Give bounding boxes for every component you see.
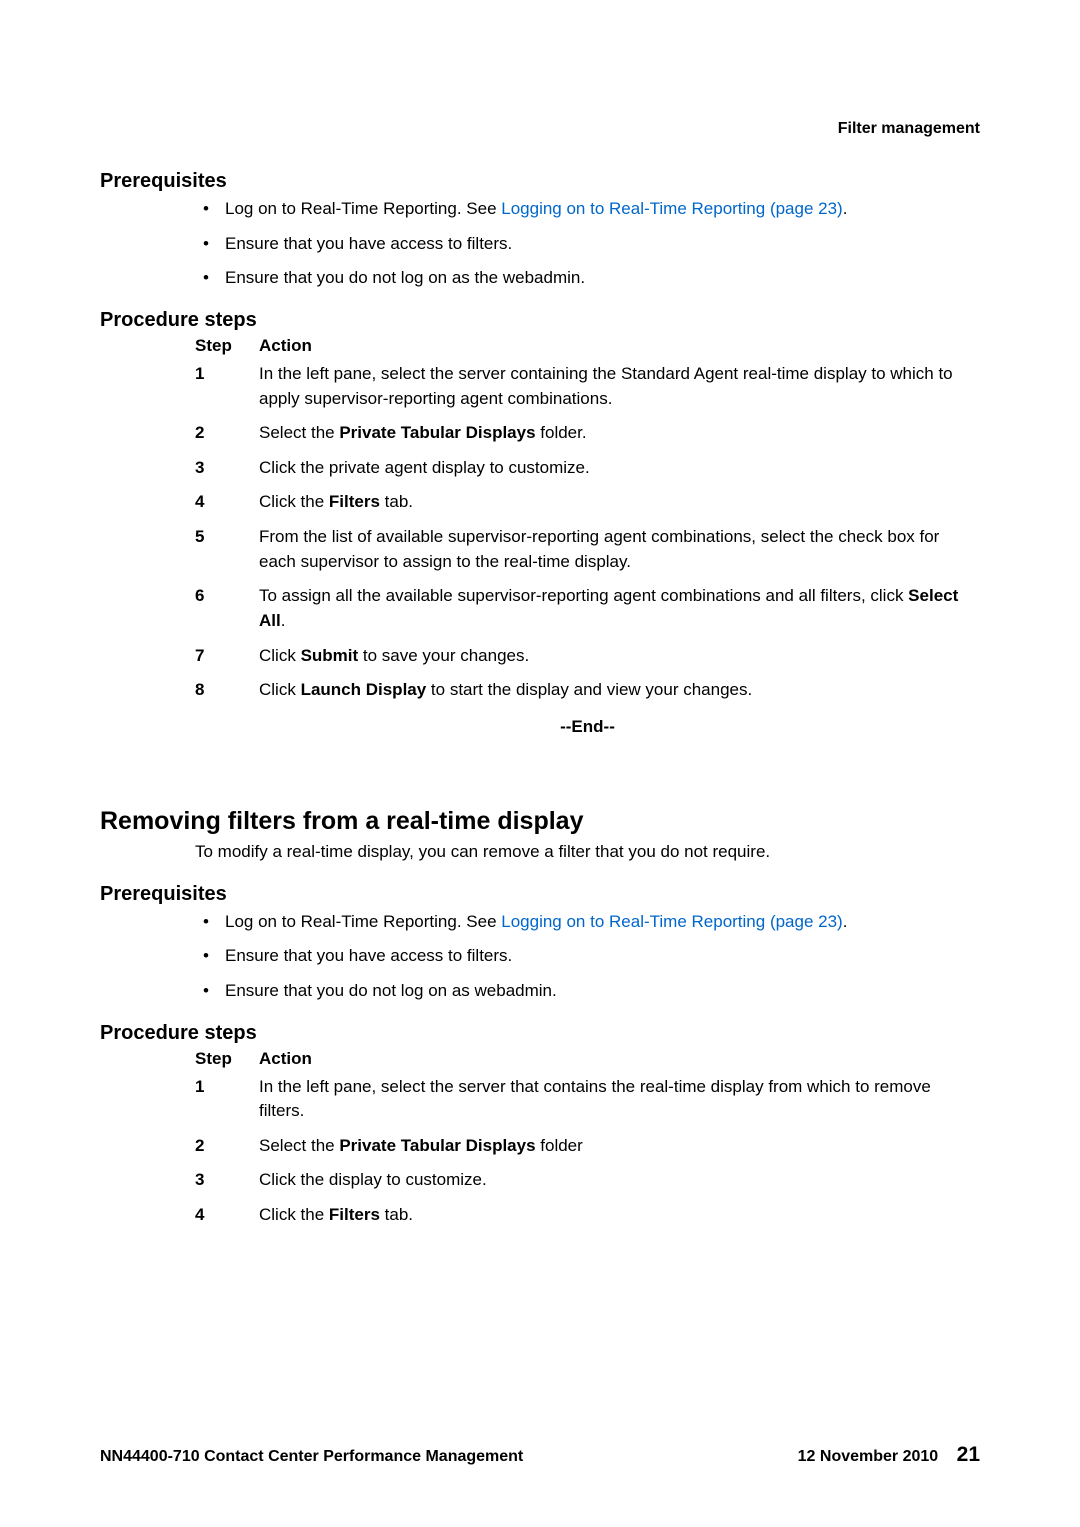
step-text: In the left pane, select the server cont… [259, 362, 980, 411]
list-item: Log on to Real-Time Reporting. See Loggi… [195, 910, 980, 935]
text: Ensure that you do not log on as webadmi… [225, 981, 557, 1000]
footer-right: 12 November 2010 21 [798, 1443, 980, 1467]
step-item: 1In the left pane, select the server con… [195, 362, 980, 411]
step-number: 2 [195, 421, 259, 446]
step-number: 4 [195, 1203, 259, 1228]
step-item: 7Click Submit to save your changes. [195, 644, 980, 669]
step-text: Click the display to customize. [259, 1168, 980, 1193]
step-item: 3Click the private agent display to cust… [195, 456, 980, 481]
step-text: From the list of available supervisor-re… [259, 525, 980, 574]
step-item: 6To assign all the available supervisor-… [195, 584, 980, 633]
steps-list-1: 1In the left pane, select the server con… [195, 362, 980, 703]
col-step-label: Step [195, 1049, 259, 1069]
step-text: Click the Filters tab. [259, 1203, 980, 1228]
step-item: 4Click the Filters tab. [195, 1203, 980, 1228]
link[interactable]: Logging on to Real-Time Reporting (page … [501, 199, 842, 218]
col-action-label: Action [259, 1049, 980, 1069]
col-step-label: Step [195, 336, 259, 356]
end-marker: --End-- [195, 717, 980, 737]
steps-header-1: Step Action [195, 336, 980, 356]
step-number: 5 [195, 525, 259, 574]
link[interactable]: Logging on to Real-Time Reporting (page … [501, 912, 842, 931]
step-text: To assign all the available supervisor-r… [259, 584, 980, 633]
prereq-list-1: Log on to Real-Time Reporting. See Loggi… [195, 197, 980, 291]
step-number: 1 [195, 1075, 259, 1124]
text: Ensure that you do not log on as the web… [225, 268, 585, 287]
step-text: Click Submit to save your changes. [259, 644, 980, 669]
prerequisites-heading-2: Prerequisites [100, 883, 980, 906]
removing-filters-intro: To modify a real-time display, you can r… [195, 840, 980, 865]
steps-header-2: Step Action [195, 1049, 980, 1069]
removing-filters-heading: Removing filters from a real-time displa… [100, 807, 980, 836]
text: . [843, 912, 848, 931]
step-text: In the left pane, select the server that… [259, 1075, 980, 1124]
step-text: Click Launch Display to start the displa… [259, 678, 980, 703]
step-text: Click the Filters tab. [259, 490, 980, 515]
step-number: 3 [195, 456, 259, 481]
text: Ensure that you have access to filters. [225, 234, 512, 253]
footer-date: 12 November 2010 [798, 1448, 939, 1465]
step-number: 1 [195, 362, 259, 411]
footer-page-number: 21 [957, 1443, 980, 1466]
page-footer: NN44400-710 Contact Center Performance M… [100, 1443, 980, 1467]
step-item: 8Click Launch Display to start the displ… [195, 678, 980, 703]
col-action-label: Action [259, 336, 980, 356]
list-item: Ensure that you do not log on as the web… [195, 266, 980, 291]
procedure-steps-heading-2: Procedure steps [100, 1022, 980, 1045]
text: Log on to Real-Time Reporting. See [225, 199, 501, 218]
step-item: 1In the left pane, select the server tha… [195, 1075, 980, 1124]
step-item: 2Select the Private Tabular Displays fol… [195, 421, 980, 446]
procedure-steps-heading-1: Procedure steps [100, 309, 980, 332]
prerequisites-heading-1: Prerequisites [100, 170, 980, 193]
footer-doc-id: NN44400-710 Contact Center Performance M… [100, 1448, 523, 1466]
list-item: Ensure that you have access to filters. [195, 944, 980, 969]
step-number: 3 [195, 1168, 259, 1193]
list-item: Log on to Real-Time Reporting. See Loggi… [195, 197, 980, 222]
step-item: 4Click the Filters tab. [195, 490, 980, 515]
step-number: 4 [195, 490, 259, 515]
list-item: Ensure that you have access to filters. [195, 232, 980, 257]
step-item: 5From the list of available supervisor-r… [195, 525, 980, 574]
text: Ensure that you have access to filters. [225, 946, 512, 965]
step-text: Select the Private Tabular Displays fold… [259, 421, 980, 446]
steps-list-2: 1In the left pane, select the server tha… [195, 1075, 980, 1228]
step-text: Select the Private Tabular Displays fold… [259, 1134, 980, 1159]
prereq-list-2: Log on to Real-Time Reporting. See Loggi… [195, 910, 980, 1004]
step-item: 3Click the display to customize. [195, 1168, 980, 1193]
step-item: 2Select the Private Tabular Displays fol… [195, 1134, 980, 1159]
step-number: 8 [195, 678, 259, 703]
section-header: Filter management [838, 120, 980, 138]
step-number: 2 [195, 1134, 259, 1159]
text: Log on to Real-Time Reporting. See [225, 912, 501, 931]
step-text: Click the private agent display to custo… [259, 456, 980, 481]
list-item: Ensure that you do not log on as webadmi… [195, 979, 980, 1004]
step-number: 7 [195, 644, 259, 669]
step-number: 6 [195, 584, 259, 633]
text: . [843, 199, 848, 218]
